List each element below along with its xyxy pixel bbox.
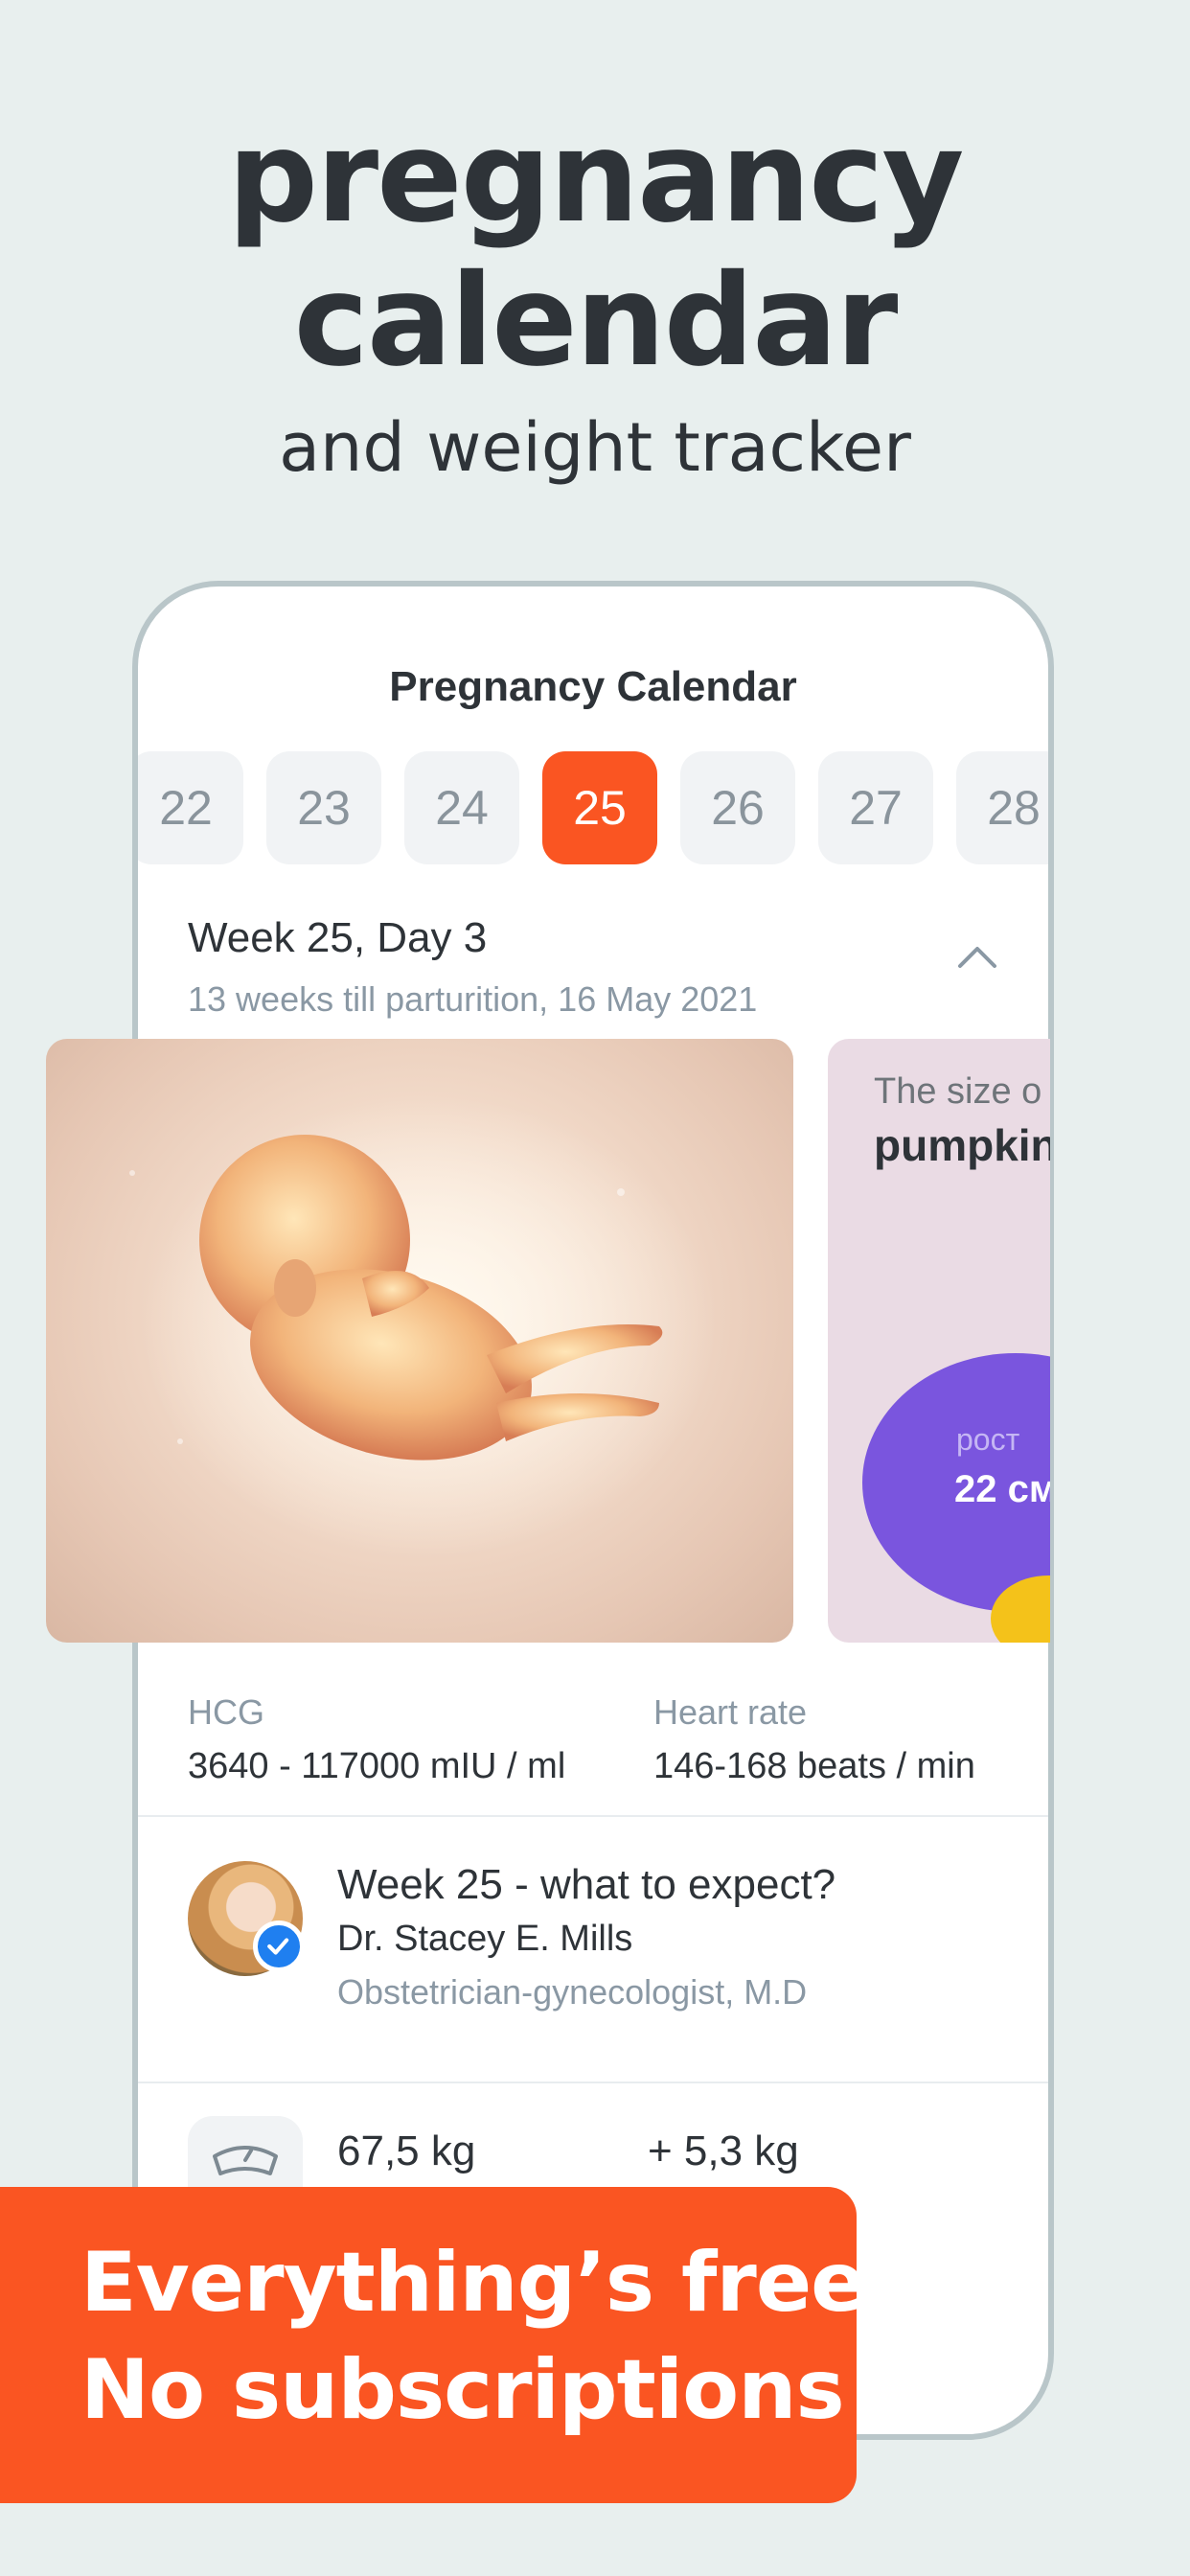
size-badge-value: 22 см	[954, 1468, 1050, 1510]
current-weight: 67,5 kg	[337, 2128, 476, 2174]
promo-line-1: Everything’s free	[80, 2235, 866, 2331]
heart-rate-value: 146-168 beats / min	[653, 1746, 975, 1786]
hcg-label: HCG	[188, 1692, 264, 1732]
verified-check-icon	[253, 1920, 305, 1972]
week-chip-26[interactable]: 26	[680, 751, 795, 864]
week-selector[interactable]: 22 23 24 25 26 27 28	[138, 751, 1048, 866]
fruit-size-card[interactable]: The size o pumpkin рост 22 см	[828, 1039, 1050, 1643]
expert-article-card[interactable]: Week 25 - what to expect? Dr. Stacey E. …	[188, 1855, 1012, 2012]
week-subtitle: 13 weeks till parturition, 16 May 2021	[188, 979, 758, 1019]
article-title[interactable]: Week 25 - what to expect?	[337, 1861, 835, 1909]
hcg-stat: HCG 3640 - 117000 mIU / ml	[188, 1692, 565, 1787]
promo-banner: Everything’s free No subscriptions	[0, 2187, 866, 2503]
week-chip-23[interactable]: 23	[266, 751, 381, 864]
heart-rate-stat: Heart rate 146-168 beats / min	[653, 1692, 975, 1787]
chevron-up-icon[interactable]	[956, 941, 998, 970]
week-header: Week 25, Day 3 13 weeks till parturition…	[188, 914, 757, 1020]
promo-line-2: No subscriptions	[80, 2342, 845, 2438]
doctor-name: Dr. Stacey E. Mills	[337, 1919, 633, 1959]
size-badge-label: рост	[956, 1422, 1020, 1457]
week-chip-28[interactable]: 28	[956, 751, 1048, 864]
hcg-value: 3640 - 117000 mIU / ml	[188, 1746, 566, 1786]
heart-rate-label: Heart rate	[653, 1692, 808, 1732]
week-chip-27[interactable]: 27	[818, 751, 933, 864]
size-label: The size o	[874, 1071, 1042, 1112]
divider	[138, 2082, 1048, 2083]
fetus-image-card[interactable]	[46, 1039, 793, 1643]
week-title: Week 25, Day 3	[188, 914, 488, 961]
week-chip-22[interactable]: 22	[138, 751, 243, 864]
hero-title-line-1: pregnancy	[227, 104, 965, 251]
divider	[138, 1815, 1048, 1817]
weight-gain: + 5,3 kg	[648, 2128, 799, 2174]
week-chip-25-selected[interactable]: 25	[542, 751, 657, 864]
hero-title-line-2: calendar	[293, 247, 899, 395]
screen-title: Pregnancy Calendar	[389, 663, 797, 710]
hero-headline: pregnancy calendar and weight tracker	[0, 105, 1190, 491]
week-chip-24[interactable]: 24	[404, 751, 519, 864]
fruit-name: pumpkin	[874, 1120, 1050, 1170]
doctor-role: Obstetrician-gynecologist, M.D	[337, 1972, 808, 2012]
hero-subtitle: and weight tracker	[279, 408, 911, 487]
fetus-illustration	[129, 1096, 717, 1556]
